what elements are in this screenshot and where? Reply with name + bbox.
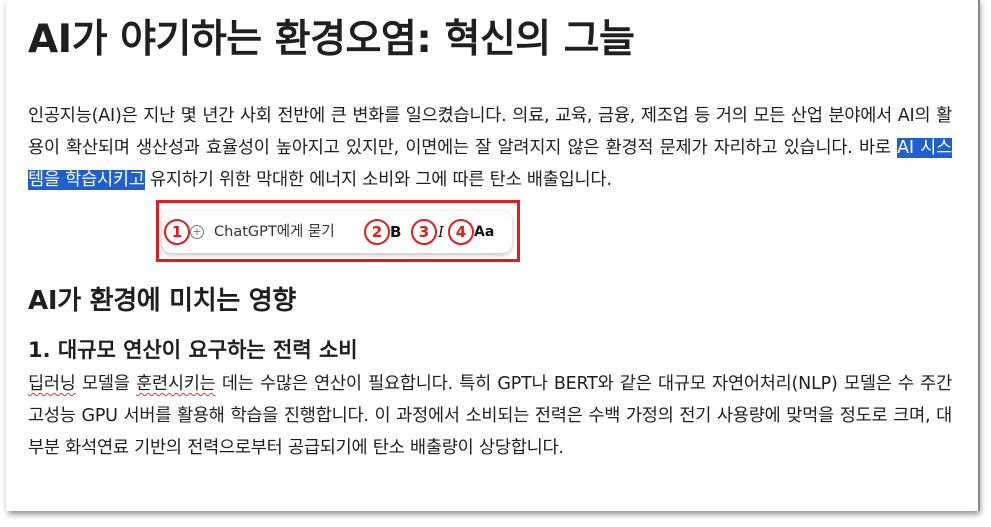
intro-paragraph[interactable]: 인공지능(AI)은 지난 몇 년간 사회 전반에 큰 변화를 일으켰습니다. 의…	[28, 100, 952, 196]
floating-format-toolbar: + ChatGPT에게 묻기 B I Aa 1 2 3 4	[162, 211, 512, 253]
ask-chatgpt-button[interactable]: + ChatGPT에게 묻기	[162, 211, 357, 253]
ask-chatgpt-label: ChatGPT에게 묻기	[214, 224, 335, 240]
plus-circle-icon: +	[190, 225, 204, 239]
page-edge	[978, 0, 980, 511]
bold-button[interactable]: B	[390, 211, 401, 253]
annotation-badge-1: 1	[164, 219, 190, 245]
italic-button[interactable]: I	[438, 211, 444, 253]
body-text-mid: 모델을	[75, 374, 137, 394]
spellcheck-word[interactable]: 훈련시키는	[136, 374, 216, 394]
section-heading[interactable]: AI가 환경에 미치는 영향	[28, 280, 296, 317]
annotation-badge-4: 4	[448, 219, 474, 245]
intro-text-before: 인공지능(AI)은 지난 몇 년간 사회 전반에 큰 변화를 일으켰습니다. 의…	[28, 106, 952, 158]
text-style-button[interactable]: Aa	[474, 211, 494, 253]
annotation-badge-2: 2	[364, 219, 390, 245]
spellcheck-word[interactable]: 딥러닝	[28, 374, 76, 394]
intro-text-after: 유지하기 위한 막대한 에너지 소비와 그에 따른 탄소 배출입니다.	[144, 170, 612, 190]
document-title[interactable]: AI가 야기하는 환경오염: 혁신의 그늘	[28, 8, 635, 64]
annotation-badge-3: 3	[411, 219, 437, 245]
subsection-heading[interactable]: 1. 대규모 연산이 요구하는 전력 소비	[28, 334, 358, 364]
body-paragraph[interactable]: 딥러닝 모델을 훈련시키는 데는 수많은 연산이 필요합니다. 특히 GPT나 …	[28, 368, 952, 464]
